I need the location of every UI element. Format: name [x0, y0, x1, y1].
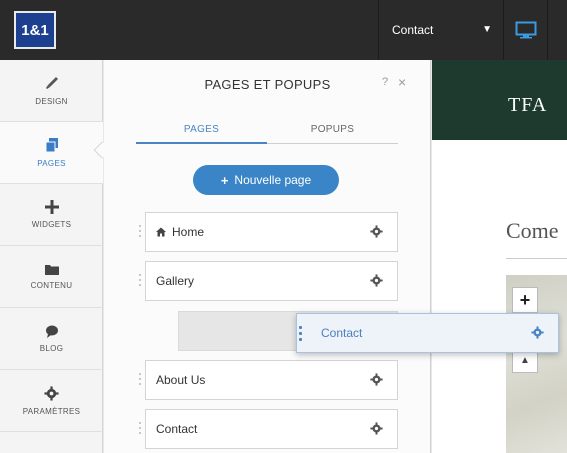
monitor-icon	[515, 21, 536, 39]
page-list-item-label: Contact	[156, 422, 198, 436]
drag-handle-icon[interactable]	[136, 360, 144, 398]
sidebar-item-label: DESIGN	[35, 97, 68, 106]
drag-handle-icon[interactable]	[136, 261, 144, 299]
drag-handle-icon[interactable]	[136, 409, 144, 447]
sidebar-item-contenu[interactable]: CONTENU	[0, 246, 103, 308]
pages-panel: PAGES ET POPUPS ? × PAGES POPUPS + Nouve…	[104, 60, 431, 453]
map-zoom-in-button[interactable]: +	[512, 287, 538, 313]
page-settings-gear-icon[interactable]	[531, 326, 544, 339]
tab-popups[interactable]: POPUPS	[267, 122, 398, 144]
page-list-item-about-us[interactable]: About Us	[145, 360, 398, 400]
sidebar-item-label: PARAMÈTRES	[22, 406, 81, 416]
chevron-down-icon: ▼	[482, 24, 492, 35]
page-settings-gear-icon[interactable]	[370, 373, 383, 386]
new-page-button[interactable]: + Nouvelle page	[193, 165, 339, 195]
help-icon[interactable]: ?	[382, 76, 388, 88]
sidebar-item-design[interactable]: DESIGN	[0, 60, 103, 122]
top-bar: 1&1 Contact ▼	[0, 0, 567, 60]
sidebar-item-parametres[interactable]: PARAMÈTRES	[0, 370, 103, 432]
dragged-page-label: Contact	[321, 326, 363, 340]
drag-handle-icon[interactable]	[296, 318, 304, 348]
page-list-item-home[interactable]: Home	[145, 212, 398, 252]
sidebar-item-widgets[interactable]: WIDGETS	[0, 184, 103, 246]
panel-tabs: PAGES POPUPS	[136, 122, 398, 144]
brush-icon	[45, 77, 58, 89]
dragged-page-item[interactable]: Contact	[296, 313, 559, 353]
home-icon	[156, 227, 166, 237]
sidebar-item-pages[interactable]: PAGES	[0, 122, 103, 184]
folder-icon	[44, 265, 59, 275]
sidebar-item-label: CONTENU	[30, 281, 73, 290]
pages-icon	[45, 138, 58, 153]
page-settings-gear-icon[interactable]	[370, 422, 383, 435]
gear-icon	[44, 385, 59, 401]
plus-icon: +	[220, 172, 229, 188]
page-selector-dropdown[interactable]: Contact ▼	[378, 0, 502, 60]
page-settings-gear-icon[interactable]	[370, 274, 383, 287]
page-list-item-contact[interactable]: Contact	[145, 409, 398, 449]
new-page-label: Nouvelle page	[234, 173, 312, 187]
page-list-item-label: Gallery	[156, 274, 195, 288]
preview-divider	[506, 258, 567, 259]
editor-sidebar: DESIGN PAGES WIDGETS CONTENU BLOG PARAMÈ…	[0, 60, 111, 453]
sidebar-item-label: WIDGETS	[31, 220, 72, 229]
drag-handle-icon[interactable]	[136, 212, 144, 250]
sidebar-item-label: BLOG	[39, 343, 64, 353]
brand-logo[interactable]: 1&1	[14, 11, 56, 49]
page-list-item-label: Home	[172, 225, 205, 239]
page-selector-value: Contact	[392, 23, 434, 37]
sidebar-item-blog[interactable]: BLOG	[0, 308, 103, 370]
preview-heading: Come	[506, 218, 559, 243]
preview-site-logo: TFA	[508, 94, 548, 116]
speech-bubble-icon	[45, 325, 58, 338]
desktop-view-button[interactable]	[503, 0, 547, 60]
page-settings-gear-icon[interactable]	[370, 225, 383, 238]
close-icon[interactable]: ×	[398, 74, 406, 90]
sidebar-item-label: PAGES	[37, 159, 66, 168]
tab-pages[interactable]: PAGES	[136, 122, 267, 144]
plus-icon	[44, 200, 59, 214]
page-list-item-label: About Us	[156, 373, 206, 387]
page-list-item-gallery[interactable]: Gallery	[145, 261, 398, 301]
topbar-more-button[interactable]	[547, 0, 567, 60]
site-preview: TFA Come + ▲	[432, 60, 567, 453]
